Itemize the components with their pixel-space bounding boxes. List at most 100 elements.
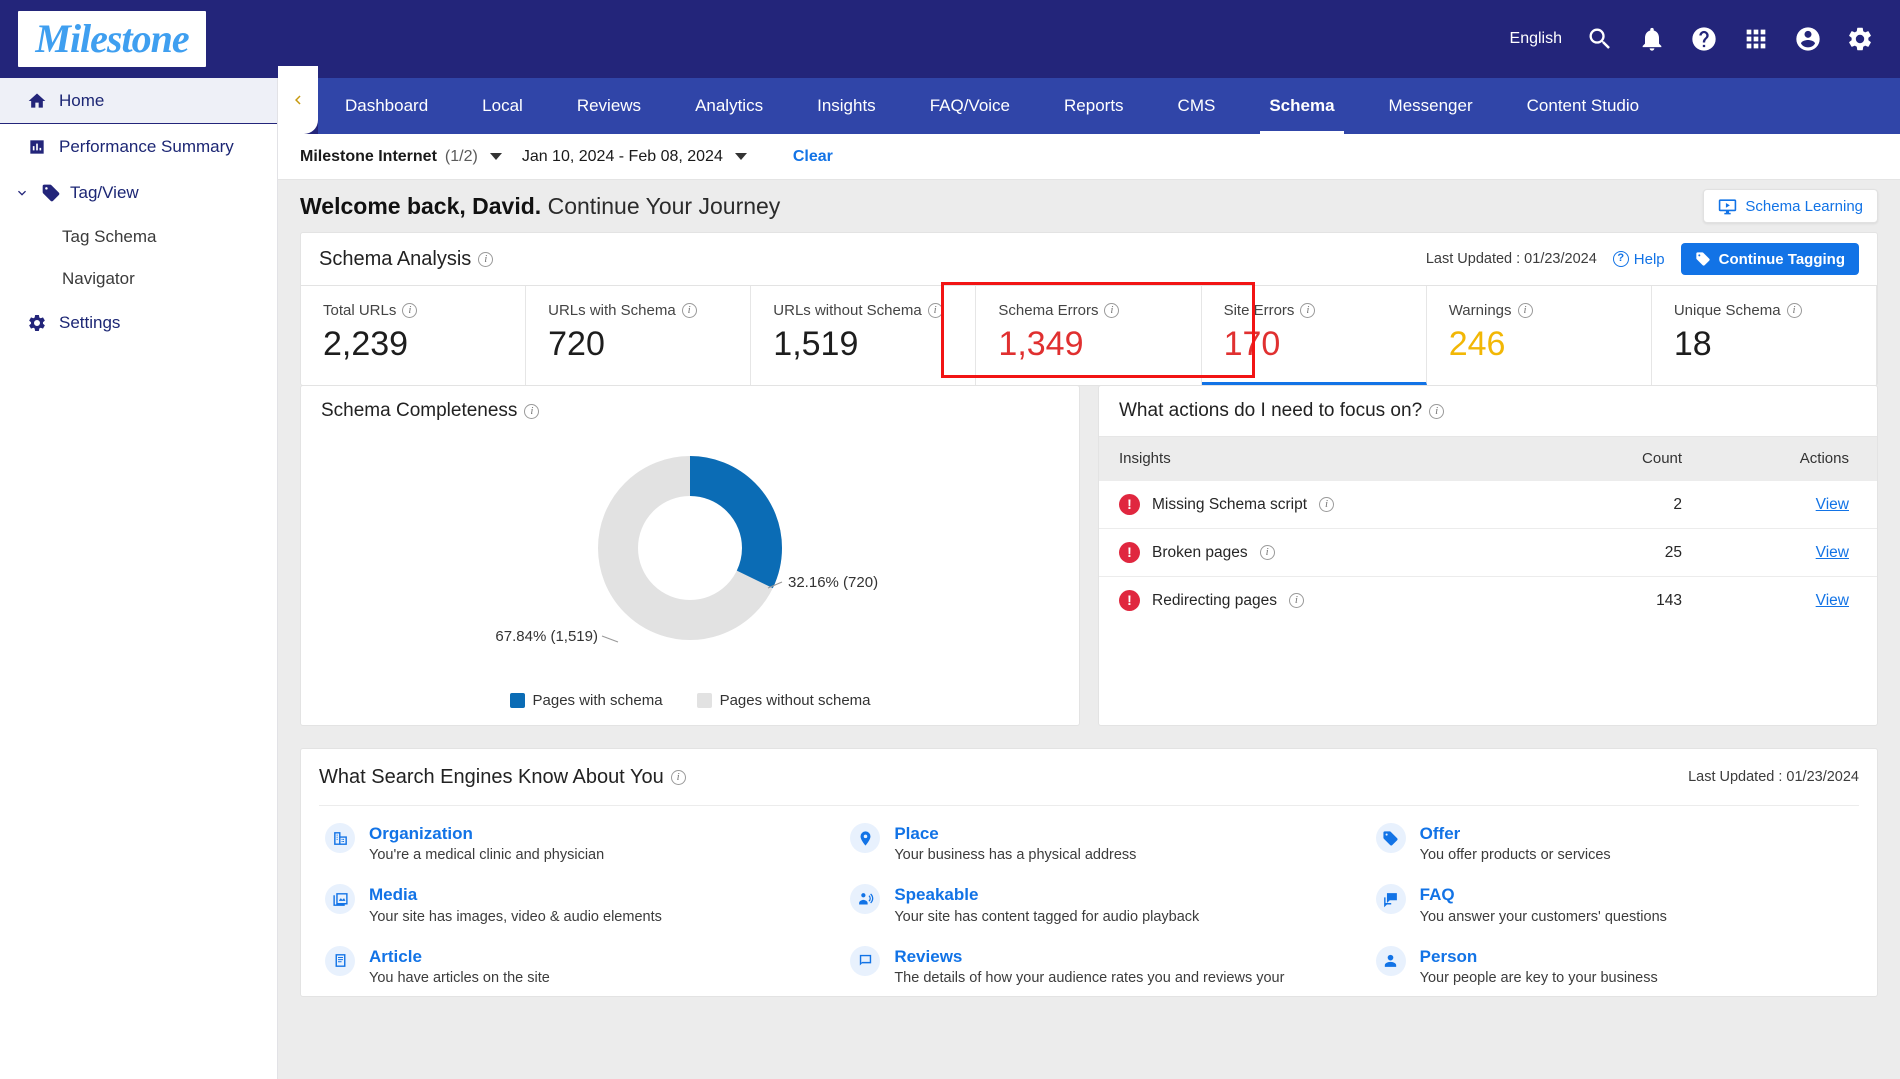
info-icon[interactable]: i	[1300, 303, 1316, 318]
continue-tagging-button[interactable]: Continue Tagging	[1680, 243, 1859, 275]
list-item-offer[interactable]: Offer You offer products or services	[1375, 812, 1857, 873]
kpi-label: URLs with Schema	[548, 302, 676, 319]
tab-faq-voice[interactable]: FAQ/Voice	[903, 78, 1037, 134]
sidebar-item-performance-summary[interactable]: Performance Summary	[0, 124, 277, 170]
kpi-value: 246	[1448, 325, 1506, 363]
tab-content-studio[interactable]: Content Studio	[1500, 78, 1666, 134]
list-item-person[interactable]: Person Your people are key to your busin…	[1375, 935, 1857, 996]
schema-type-name[interactable]: Offer	[1420, 824, 1461, 843]
info-icon[interactable]: i	[1319, 497, 1335, 512]
account-circle-icon[interactable]	[1794, 25, 1822, 53]
sidebar-item-navigator[interactable]: Navigator	[0, 258, 277, 300]
info-icon[interactable]: i	[402, 303, 418, 318]
info-icon[interactable]: i	[524, 403, 540, 419]
date-range-caret-icon[interactable]	[734, 153, 747, 160]
language-selector[interactable]: English	[1510, 30, 1562, 48]
kpi-schema-errors[interactable]: Schema Errors i 1,349	[976, 286, 1202, 385]
kpi-warnings[interactable]: Warnings i 246	[1427, 286, 1652, 385]
legend-item-with-schema[interactable]: Pages with schema	[509, 692, 663, 709]
info-icon[interactable]: i	[681, 303, 697, 318]
legend-swatch-blue	[509, 693, 525, 708]
tab-insights[interactable]: Insights	[790, 78, 903, 134]
account-name[interactable]: Milestone Internet	[300, 148, 437, 166]
settings-gear-icon[interactable]	[1846, 25, 1874, 53]
view-link[interactable]: View	[1816, 592, 1849, 609]
kpi-urls-with-schema[interactable]: URLs with Schema i 720	[526, 286, 752, 385]
kpi-total-urls[interactable]: Total URLs i 2,239	[301, 286, 527, 385]
sidebar-item-home[interactable]: Home	[0, 78, 277, 124]
tab-cms[interactable]: CMS	[1151, 78, 1243, 134]
tab-analytics[interactable]: Analytics	[668, 78, 790, 134]
list-item-text: Place Your business has a physical addre…	[894, 823, 1136, 863]
list-item-article[interactable]: Article You have articles on the site	[325, 935, 806, 996]
milestone-logo[interactable]: Milestone	[18, 11, 206, 67]
info-icon[interactable]: i	[927, 303, 943, 318]
donut-label-without-schema: 67.84% (1,519)	[495, 628, 598, 645]
info-icon[interactable]: i	[670, 769, 686, 785]
sidebar-item-label: Settings	[59, 313, 121, 332]
welcome-banner: Welcome back, David. Continue Your Journ…	[278, 180, 1900, 232]
date-range-value[interactable]: Jan 10, 2024 - Feb 08, 2024	[522, 148, 723, 166]
list-item-organization[interactable]: Organization You're a medical clinic and…	[325, 812, 806, 873]
tab-dashboard[interactable]: Dashboard	[318, 78, 455, 134]
list-item-text: Offer You offer products or services	[1420, 823, 1611, 863]
schema-type-desc: The details of how your audience rates y…	[894, 969, 1285, 986]
list-item-speakable[interactable]: Speakable Your site has content tagged f…	[850, 873, 1331, 934]
help-label: Help	[1633, 250, 1665, 268]
kpi-unique-schema[interactable]: Unique Schema i 18	[1652, 286, 1877, 385]
schema-type-name[interactable]: Place	[894, 824, 938, 843]
sidebar-collapse-button[interactable]	[278, 66, 318, 134]
tab-schema[interactable]: Schema	[1242, 78, 1361, 134]
list-item-media[interactable]: Media Your site has images, video & audi…	[325, 873, 806, 934]
tab-messenger[interactable]: Messenger	[1362, 78, 1500, 134]
chevron-down-icon[interactable]	[12, 185, 32, 201]
list-item-faq[interactable]: FAQ You answer your customers' questions	[1375, 873, 1857, 934]
focus-actions-panel: What actions do I need to focus on? i In…	[1098, 385, 1878, 726]
tab-reviews[interactable]: Reviews	[550, 78, 668, 134]
kpi-label: Schema Errors	[998, 302, 1099, 319]
schema-type-name[interactable]: Article	[369, 947, 422, 966]
tab-local[interactable]: Local	[455, 78, 550, 134]
logo-text: Milestone	[35, 16, 189, 61]
schema-completeness-header: Schema Completeness i	[301, 386, 1079, 436]
info-icon[interactable]: i	[1259, 545, 1275, 560]
schema-type-name[interactable]: Speakable	[894, 885, 978, 904]
kpi-site-errors[interactable]: Site Errors i 170	[1201, 286, 1427, 385]
notifications-bell-icon[interactable]	[1638, 25, 1666, 53]
tab-label: Local	[482, 96, 523, 115]
search-icon[interactable]	[1586, 25, 1614, 53]
tab-reports[interactable]: Reports	[1037, 78, 1151, 134]
account-dropdown-caret-icon[interactable]	[489, 153, 502, 160]
help-circle-icon[interactable]	[1690, 25, 1718, 53]
schema-learning-button[interactable]: Schema Learning	[1703, 189, 1878, 223]
sidebar-item-tag-view[interactable]: Tag/View	[0, 170, 277, 216]
legend-item-without-schema[interactable]: Pages without schema	[696, 692, 871, 709]
kpi-urls-without-schema[interactable]: URLs without Schema i 1,519	[751, 286, 977, 385]
info-icon[interactable]: i	[1104, 303, 1120, 318]
info-icon[interactable]: i	[1517, 303, 1533, 318]
list-item-place[interactable]: Place Your business has a physical addre…	[850, 812, 1331, 873]
list-item-reviews[interactable]: Reviews The details of how your audience…	[850, 935, 1331, 996]
schema-type-name[interactable]: Reviews	[894, 947, 962, 966]
tab-label: Analytics	[695, 96, 764, 115]
info-icon[interactable]: i	[478, 251, 494, 267]
schema-type-name[interactable]: Person	[1420, 947, 1478, 966]
sidebar-item-tag-schema[interactable]: Tag Schema	[0, 216, 277, 258]
apps-grid-icon[interactable]	[1742, 25, 1770, 53]
view-link[interactable]: View	[1816, 496, 1849, 513]
info-icon[interactable]: i	[1288, 593, 1304, 608]
view-link[interactable]: View	[1816, 544, 1849, 561]
schema-types-grid: Organization You're a medical clinic and…	[301, 806, 1877, 996]
sidebar-item-settings[interactable]: Settings	[0, 300, 277, 346]
schema-type-name[interactable]: FAQ	[1420, 885, 1455, 904]
clear-filters-link[interactable]: Clear	[793, 148, 833, 166]
info-icon[interactable]: i	[1429, 403, 1445, 419]
help-link[interactable]: ? Help	[1612, 250, 1665, 268]
donut-chart: 32.16% (720) 67.84% (1,519)	[301, 436, 1079, 692]
schema-type-desc: You have articles on the site	[369, 969, 550, 986]
schema-type-name[interactable]: Media	[369, 885, 417, 904]
list-item-text: Article You have articles on the site	[369, 946, 550, 986]
schema-analysis-card: Schema Analysis i Last Updated : 01/23/2…	[300, 232, 1878, 386]
info-icon[interactable]: i	[1786, 303, 1802, 318]
schema-type-name[interactable]: Organization	[369, 824, 473, 843]
